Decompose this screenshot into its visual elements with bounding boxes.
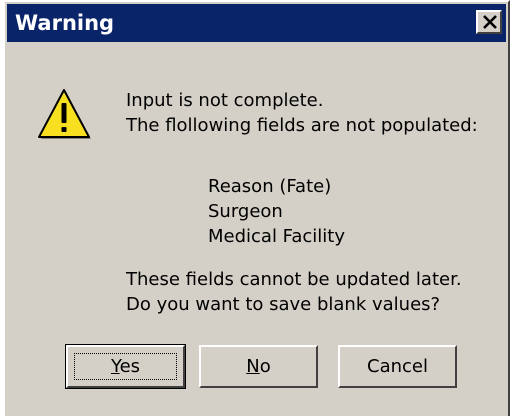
warning-icon <box>38 89 91 139</box>
accelerator-key: Y <box>110 356 120 377</box>
window-title: Warning <box>15 11 115 35</box>
message-line: The flollowing fields are not populated: <box>126 115 478 136</box>
no-button[interactable]: No <box>199 345 318 388</box>
accelerator-key: N <box>246 356 260 377</box>
cancel-button-label: Cancel <box>367 356 428 377</box>
missing-field-item: Reason (Fate) <box>208 176 332 197</box>
close-button[interactable] <box>476 10 502 34</box>
yes-button-label: Yes <box>111 356 140 377</box>
message-line: These fields cannot be updated later. <box>126 269 462 290</box>
message-intro: Input is not complete. The flollowing fi… <box>126 88 478 138</box>
no-button-label: No <box>246 356 270 377</box>
missing-field-item: Surgeon <box>208 201 283 222</box>
message-question: These fields cannot be updated later. Do… <box>126 267 462 317</box>
cancel-button[interactable]: Cancel <box>338 345 457 388</box>
missing-fields-list: Reason (Fate) Surgeon Medical Facility <box>208 174 345 249</box>
label-rest: es <box>119 356 141 377</box>
message-line: Input is not complete. <box>126 90 324 111</box>
message-line: Do you want to save blank values? <box>126 294 441 315</box>
label-rest: o <box>259 356 271 377</box>
close-icon <box>483 15 497 29</box>
missing-field-item: Medical Facility <box>208 226 346 247</box>
yes-button[interactable]: Yes <box>65 344 186 389</box>
title-bar[interactable]: Warning <box>7 4 506 42</box>
